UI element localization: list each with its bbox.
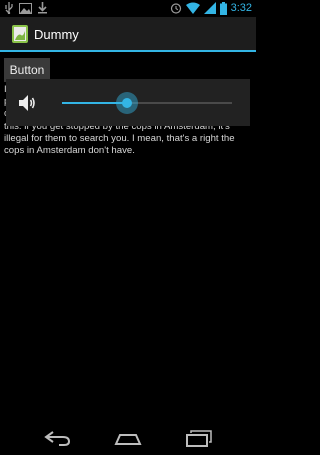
clock: 3:32 [230,2,252,14]
download-icon [38,2,47,14]
system-icons: 3:32 [170,1,252,15]
image-icon [19,2,32,14]
volume-slider-thumb[interactable] [121,98,132,108]
signal-icon [203,2,216,14]
alarm-icon [170,3,181,14]
status-bar: 3:32 [0,0,256,16]
nav-bar [0,420,256,455]
recent-apps-icon[interactable] [183,428,213,448]
notification-icons [4,2,48,14]
app-icon[interactable] [12,25,28,43]
back-icon[interactable] [43,428,73,448]
wifi-icon [185,2,200,14]
usb-icon [5,2,13,14]
battery-icon [219,1,227,15]
home-icon[interactable] [113,428,143,448]
speaker-icon[interactable] [18,94,36,112]
app-title: Dummy [34,27,79,42]
action-bar-divider [0,50,256,52]
volume-panel [6,79,250,126]
